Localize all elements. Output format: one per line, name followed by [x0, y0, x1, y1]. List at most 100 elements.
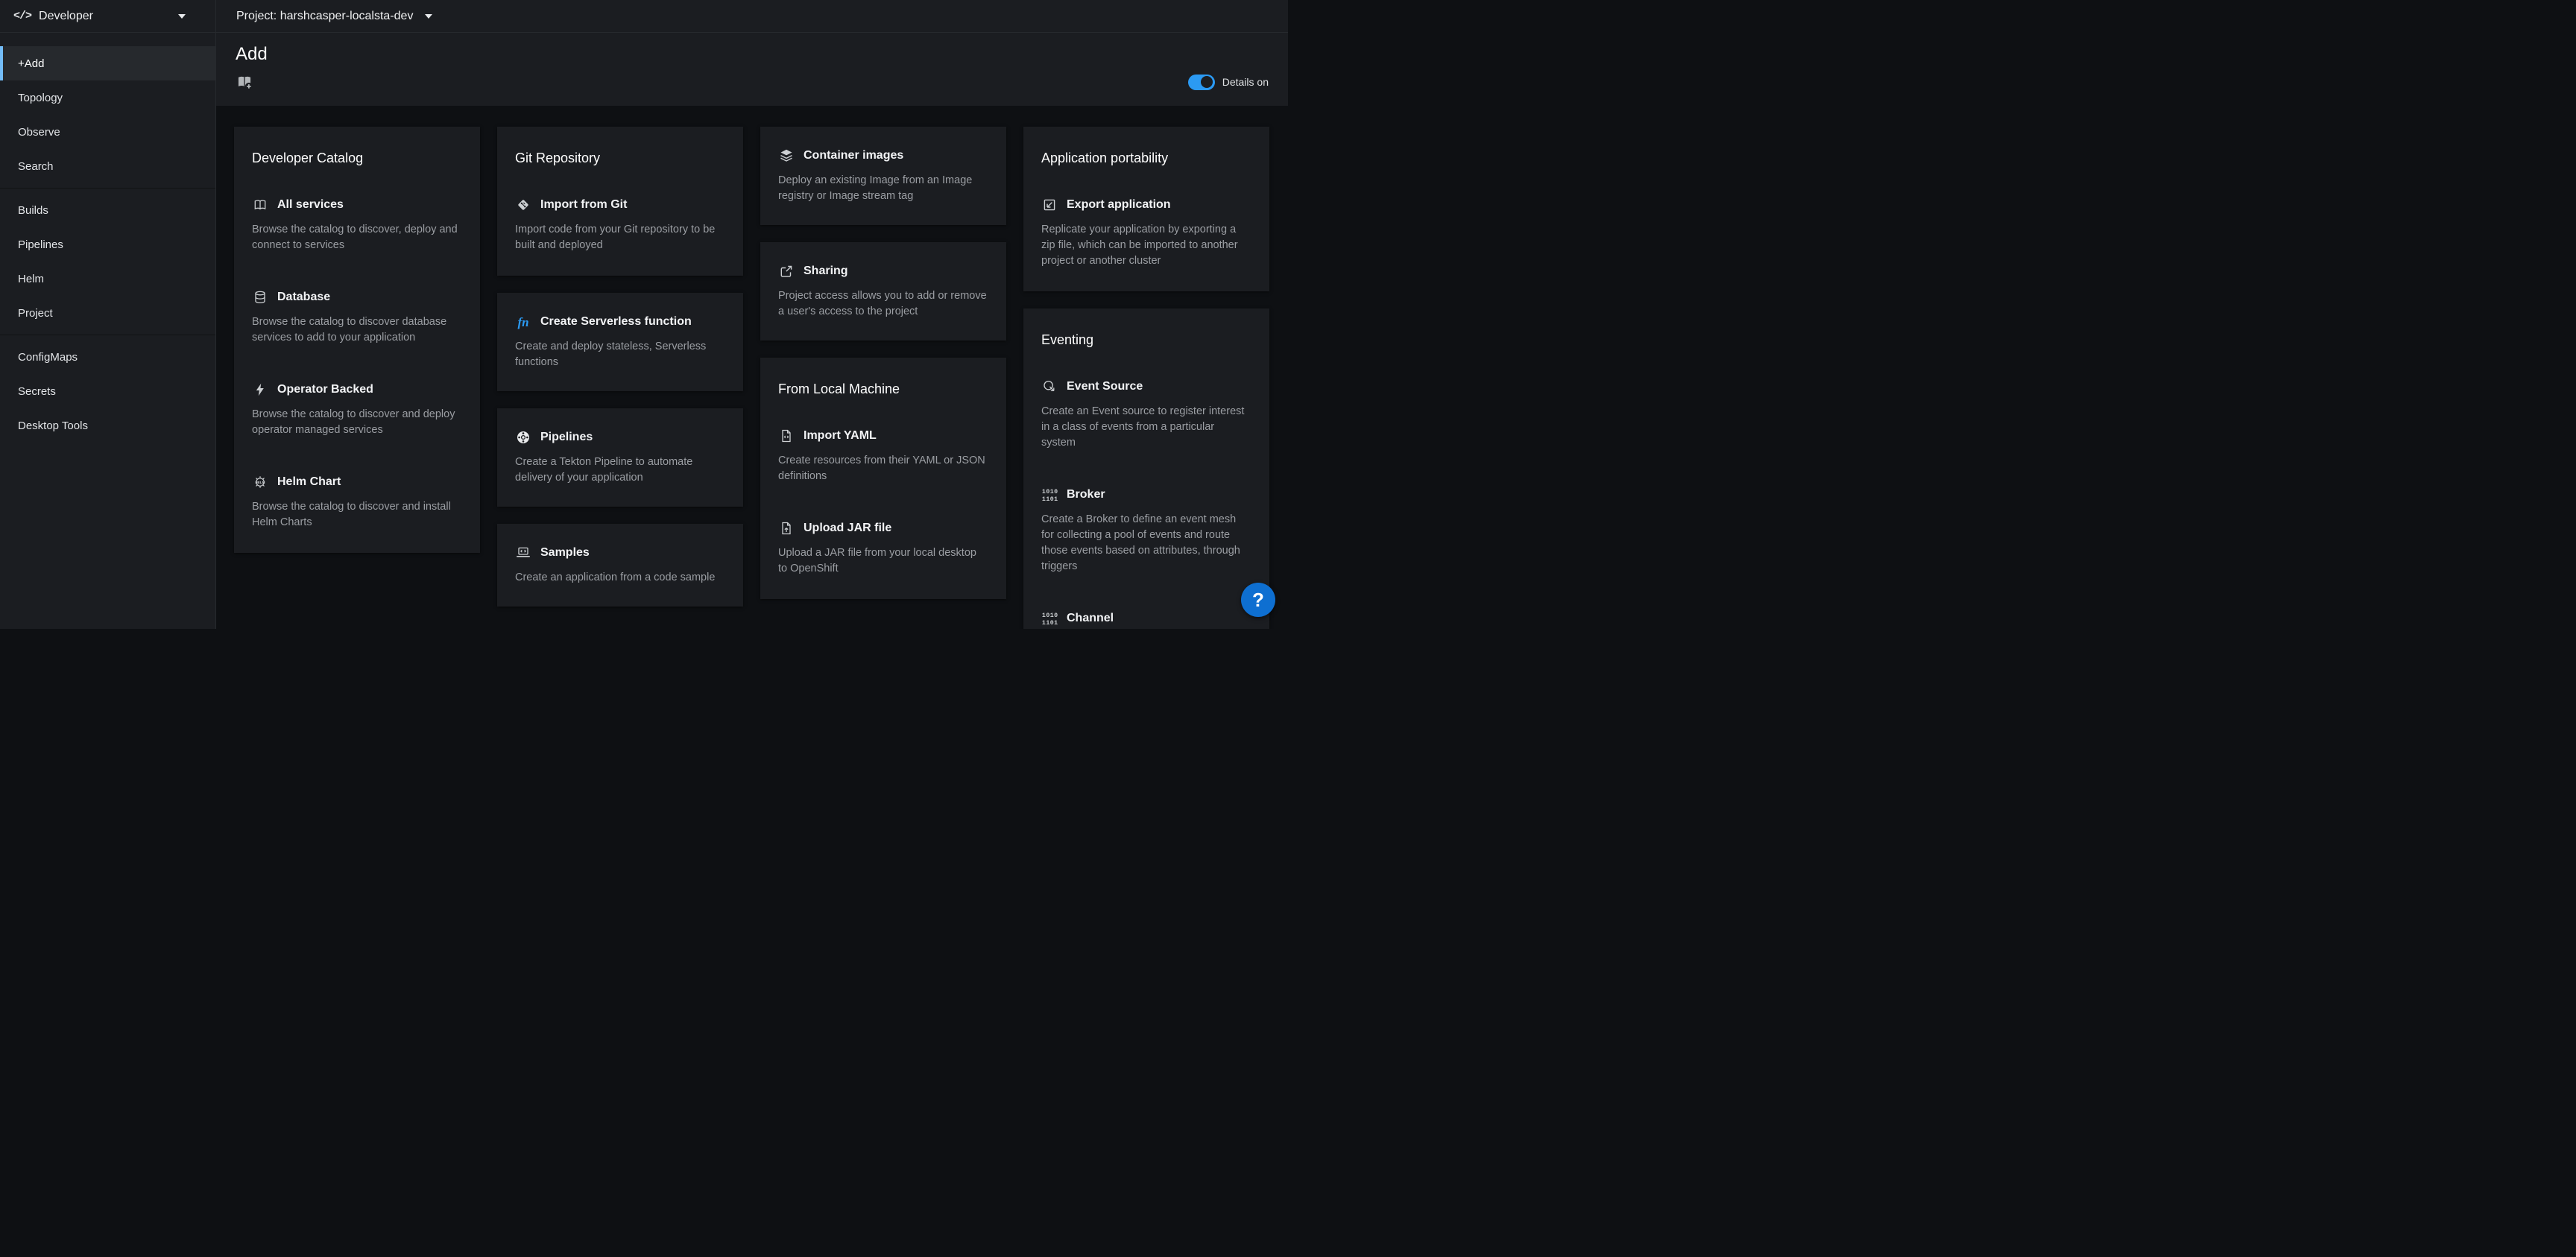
card-item-label: Channel [1067, 612, 1114, 625]
project-selector[interactable]: Project: harshcasper-localsta-dev [236, 10, 432, 23]
top-bar: </> Developer Project: harshcasper-local… [0, 0, 1288, 33]
card-eventing: Eventing Event Source Create an Event sour… [1023, 308, 1269, 629]
card-title: From Local Machine [778, 380, 988, 398]
card-item-description: Import code from your Git repository to … [515, 222, 725, 253]
tekton-icon [515, 429, 531, 446]
card-item-description: Replicate your application by exporting … [1041, 222, 1251, 269]
card-from-local-machine: From Local Machine Import YAMLCreate reso… [760, 358, 1006, 599]
question-icon: ? [1252, 589, 1264, 612]
chevron-down-icon [425, 14, 432, 19]
card-item-upload-jar-file[interactable]: Upload JAR fileUpload a JAR file from yo… [778, 520, 988, 577]
card-item-import-from-git[interactable]: Import from GitImport code from your Git… [515, 197, 725, 253]
card-container-images: Container imagesDeploy an existing Image… [760, 127, 1006, 225]
sidebar-item-add[interactable]: +Add [0, 46, 215, 80]
card-item-label: Database [277, 291, 330, 304]
sidebar-item-pipelines[interactable]: Pipelines [0, 227, 215, 262]
card-title: Git Repository [515, 149, 725, 167]
card-item-description: Project access allows you to add or remo… [778, 288, 988, 320]
card-title: Application portability [1041, 149, 1251, 167]
database-icon [252, 289, 268, 305]
card-item-channel[interactable]: 10101101ChannelCreate a Knative Channel … [1041, 610, 1251, 629]
card-item-all-services[interactable]: All services Browse the catalog to discov… [252, 197, 462, 253]
git-icon [515, 197, 531, 213]
card-column-2: Git Repository Import from GitImport code… [497, 127, 743, 629]
card-item-event-source[interactable]: Event Source Create an Event source to re… [1041, 379, 1251, 451]
card-title: Developer Catalog [252, 149, 462, 167]
sidebar-item-secrets[interactable]: Secrets [0, 374, 215, 408]
card-column-4: Application portability Export applicatio… [1023, 127, 1269, 629]
card-item-description: Create a Tekton Pipeline to automate del… [515, 455, 725, 486]
card-title: Eventing [1041, 331, 1251, 349]
sidebar-item-observe[interactable]: Observe [0, 115, 215, 149]
svg-text:1010: 1010 [1042, 612, 1058, 619]
card-item-label: Pipelines [540, 431, 593, 444]
card-sharing: SharingProject access allows you to add … [760, 242, 1006, 341]
card-item-description: Create an application from a code sample [515, 570, 725, 586]
book-plus-icon [236, 73, 253, 91]
nav-group: ConfigMapsSecretsDesktop Tools [0, 335, 215, 447]
card-item-sharing[interactable]: SharingProject access allows you to add … [778, 263, 988, 320]
card-create-serverless-function: fn Create Serverless function Create and d… [497, 293, 743, 391]
helm-icon: HELM [252, 474, 268, 490]
card-item-label: All services [277, 198, 344, 212]
file-upload-icon [778, 520, 795, 536]
card-item-label: Broker [1067, 488, 1105, 501]
card-item-description: Browse the catalog to discover database … [252, 314, 462, 346]
card-item-description: Create an Event source to register inter… [1041, 404, 1251, 451]
card-column-3: Container imagesDeploy an existing Image… [760, 127, 1006, 629]
card-item-samples[interactable]: SamplesCreate an application from a code… [515, 545, 725, 586]
card-item-description: Deploy an existing Image from an Image r… [778, 173, 988, 204]
card-item-export-application[interactable]: Export application Replicate your applica… [1041, 197, 1251, 269]
sidebar-item-topology[interactable]: Topology [0, 80, 215, 115]
card-item-helm-chart[interactable]: HELMHelm ChartBrowse the catalog to disc… [252, 474, 462, 531]
details-toggle[interactable] [1188, 75, 1215, 90]
card-item-broker[interactable]: 10101101 Broker Create a Broker to define … [1041, 487, 1251, 574]
sidebar-item-builds[interactable]: Builds [0, 193, 215, 227]
card-item-operator-backed[interactable]: Operator Backed Browse the catalog to dis… [252, 381, 462, 438]
card-item-description: Create resources from their YAML or JSON… [778, 453, 988, 484]
fn-icon: fn [515, 314, 531, 330]
nav-group: +AddTopologyObserveSearch [0, 42, 215, 188]
card-pipelines: Pipelines Create a Tekton Pipeline to aut… [497, 408, 743, 507]
page-title: Add [236, 43, 1269, 66]
code-icon: </> [13, 10, 31, 22]
book-icon [252, 197, 268, 213]
card-item-label: Create Serverless function [540, 315, 692, 329]
card-item-description: Browse the catalog to discover and deplo… [252, 407, 462, 438]
binary-icon: 10101101 [1041, 487, 1058, 503]
card-item-description: Upload a JAR file from your local deskto… [778, 545, 988, 577]
card-git-repository: Git Repository Import from GitImport code… [497, 127, 743, 276]
card-column-1: Developer Catalog All services Browse the … [234, 127, 480, 629]
chevron-down-icon [178, 14, 186, 19]
card-item-label: Event Source [1067, 380, 1143, 393]
nav-group: BuildsPipelinesHelmProject [0, 188, 215, 335]
card-item-description: Browse the catalog to discover and insta… [252, 499, 462, 531]
sidebar-item-project[interactable]: Project [0, 296, 215, 330]
bolt-icon [252, 381, 268, 398]
file-code-icon [778, 428, 795, 444]
card-item-description: Create a Broker to define an event mesh … [1041, 512, 1251, 574]
card-item-label: Operator Backed [277, 383, 373, 396]
add-page-cards: Developer Catalog All services Browse the … [216, 106, 1288, 629]
card-item-create-serverless-function[interactable]: fn Create Serverless function Create and d… [515, 314, 725, 370]
card-item-label: Export application [1067, 198, 1171, 212]
layers-icon [778, 148, 795, 164]
sidebar-item-helm[interactable]: Helm [0, 262, 215, 296]
card-item-description: Create and deploy stateless, Serverless … [515, 339, 725, 370]
perspective-switcher[interactable]: </> Developer [0, 0, 216, 33]
openshift-developer-console: </> Developer Project: harshcasper-local… [0, 0, 1288, 629]
sidebar-item-configmaps[interactable]: ConfigMaps [0, 340, 215, 374]
card-item-database[interactable]: Database Browse the catalog to discover d… [252, 289, 462, 346]
sidebar-item-desktop-tools[interactable]: Desktop Tools [0, 408, 215, 443]
card-item-container-images[interactable]: Container imagesDeploy an existing Image… [778, 148, 988, 204]
sidebar-item-search[interactable]: Search [0, 149, 215, 183]
card-item-pipelines[interactable]: Pipelines Create a Tekton Pipeline to aut… [515, 429, 725, 486]
laptop-code-icon [515, 545, 531, 561]
card-item-import-yaml[interactable]: Import YAMLCreate resources from their Y… [778, 428, 988, 484]
project-selector-label: Project: harshcasper-localsta-dev [236, 10, 413, 23]
sidebar-nav: +AddTopologyObserveSearchBuildsPipelines… [0, 33, 216, 629]
project-bar: Project: harshcasper-localsta-dev [216, 0, 1288, 33]
card-item-description: Browse the catalog to discover, deploy a… [252, 222, 462, 253]
page-header: Add Details on [216, 33, 1288, 106]
help-button[interactable]: ? [1241, 583, 1275, 617]
